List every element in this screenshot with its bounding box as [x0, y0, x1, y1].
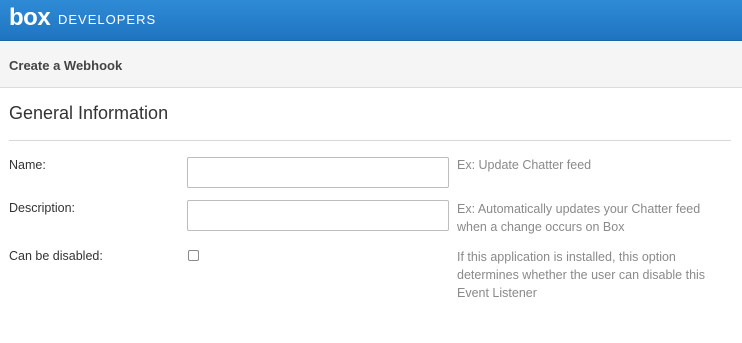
top-navigation-bar: box DEVELOPERS [0, 0, 742, 41]
name-label: Name: [9, 158, 46, 172]
name-input[interactable] [187, 157, 449, 188]
description-label: Description: [9, 201, 75, 215]
can-be-disabled-label: Can be disabled: [9, 249, 103, 263]
page-header: Create a Webhook [0, 42, 742, 88]
section-title: General Information [9, 103, 169, 123]
can-be-disabled-checkbox[interactable] [188, 250, 199, 261]
box-logo[interactable]: box [9, 4, 51, 32]
developers-brand-label[interactable]: DEVELOPERS [58, 12, 156, 28]
can-be-disabled-help-text: If this application is installed, this o… [457, 250, 706, 300]
description-help-text: Ex: Automatically updates your Chatter f… [457, 202, 701, 234]
description-input[interactable] [187, 200, 449, 231]
page-title: Create a Webhook [9, 58, 123, 73]
section-divider [9, 140, 731, 141]
name-help-text: Ex: Update Chatter feed [457, 158, 592, 172]
